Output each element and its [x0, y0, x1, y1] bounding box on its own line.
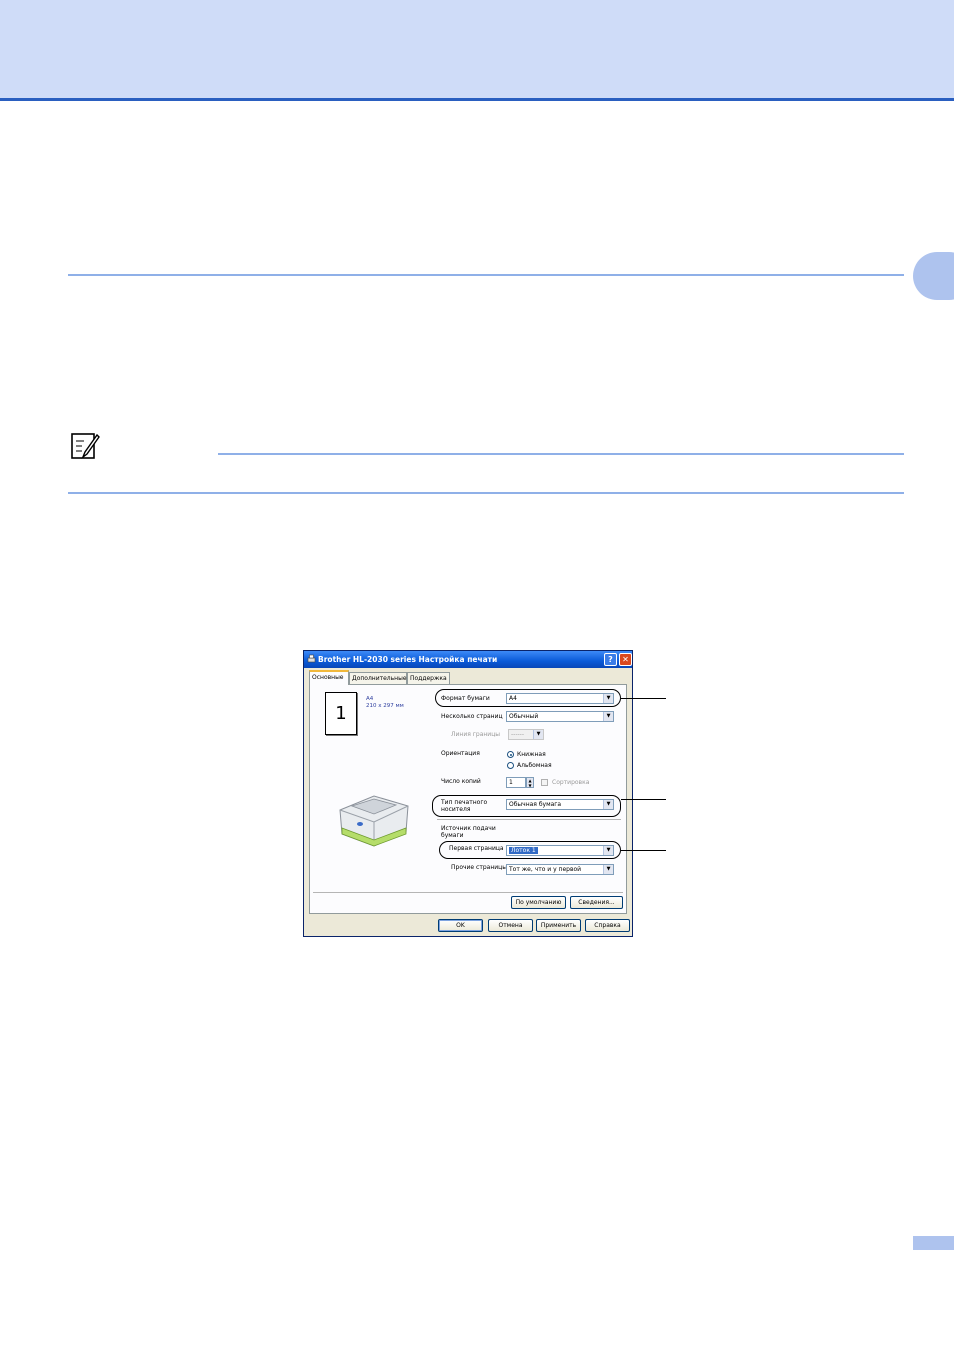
- chevron-down-icon[interactable]: ▼: [603, 712, 613, 721]
- chevron-down-icon: ▼: [533, 730, 543, 739]
- dialog-title: Brother HL-2030 series Настройка печати: [318, 655, 498, 664]
- callout-line-paper-size: [621, 698, 666, 699]
- paper-source-separator: [437, 819, 621, 820]
- chapter-tab: [913, 252, 954, 300]
- tab-advanced[interactable]: Дополнительные: [349, 672, 407, 684]
- multiple-page-label: Несколько страниц: [441, 713, 503, 720]
- callout-paper-size: [435, 689, 621, 707]
- border-line-label: Линия границы: [451, 731, 501, 738]
- tab-support[interactable]: Поддержка: [407, 672, 450, 684]
- other-pages-value: Тот же, что и у первой: [509, 866, 582, 873]
- tab-basic[interactable]: Основные: [309, 670, 349, 685]
- border-line-select: ------ ▼: [508, 729, 544, 740]
- multiple-page-value: Обычный: [509, 713, 539, 720]
- callout-line-first-page: [621, 850, 666, 851]
- orientation-label: Ориентация: [441, 750, 480, 757]
- callout-media-type: [432, 795, 621, 817]
- copies-input[interactable]: 1: [506, 777, 526, 788]
- paper-source-label-line-2: бумаги: [441, 832, 464, 839]
- printer-illustration: [339, 795, 409, 847]
- portrait-radio[interactable]: [507, 751, 514, 758]
- other-pages-label: Прочие страницы: [451, 864, 507, 871]
- note-rule: [218, 453, 904, 455]
- collate-checkbox[interactable]: [541, 779, 548, 786]
- bottom-separator: [313, 892, 623, 893]
- landscape-radio[interactable]: [507, 762, 514, 769]
- multiple-page-select[interactable]: Обычный ▼: [506, 711, 614, 722]
- paper-info: A4 210 x 297 мм: [366, 696, 404, 710]
- portrait-label[interactable]: Книжная: [517, 751, 546, 758]
- paper-source-label: Источник подачи бумаги: [441, 825, 496, 839]
- help-button[interactable]: Справка: [585, 919, 630, 932]
- cancel-button[interactable]: Отмена: [488, 919, 533, 932]
- header-band: [0, 0, 954, 101]
- paper-name: A4: [366, 696, 374, 702]
- page-number-tab: [913, 1236, 954, 1250]
- border-line-value: ------: [511, 731, 524, 738]
- collate-label: Сортировка: [552, 779, 590, 786]
- note-end-rule: [68, 492, 904, 494]
- paper-source-label-line-1: Источник подачи: [441, 825, 496, 832]
- help-title-button[interactable]: ?: [604, 653, 617, 666]
- copies-value: 1: [509, 779, 513, 786]
- section-rule-top: [68, 274, 904, 276]
- default-button[interactable]: По умолчанию: [511, 896, 566, 909]
- about-button[interactable]: Сведения...: [570, 896, 623, 909]
- page-preview: 1: [325, 692, 357, 735]
- dialog-titlebar[interactable]: Brother HL-2030 series Настройка печати …: [304, 651, 632, 668]
- chevron-down-icon[interactable]: ▼: [603, 865, 613, 874]
- callout-line-media-type: [621, 799, 666, 800]
- other-pages-select[interactable]: Тот же, что и у первой ▼: [506, 864, 614, 875]
- paper-dimensions: 210 x 297 мм: [366, 703, 404, 709]
- printer-icon: [307, 654, 316, 663]
- note-icon: [71, 433, 100, 460]
- ok-button[interactable]: OK: [438, 919, 483, 932]
- callout-first-page: [439, 841, 621, 859]
- copies-stepper[interactable]: ▲ ▼: [526, 777, 534, 788]
- landscape-label[interactable]: Альбомная: [517, 762, 552, 769]
- copies-label: Число копий: [441, 778, 481, 785]
- close-button[interactable]: ✕: [619, 653, 632, 666]
- apply-button[interactable]: Применить: [536, 919, 581, 932]
